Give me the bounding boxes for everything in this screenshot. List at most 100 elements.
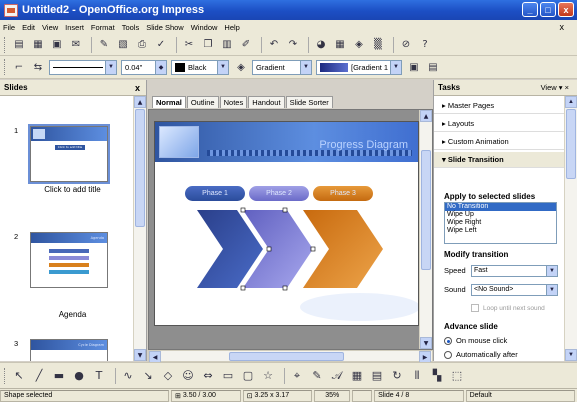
scroll-up-icon[interactable]: ▲	[565, 96, 577, 108]
arrow-style-icon[interactable]: ⇆	[30, 59, 46, 75]
close-document-button[interactable]: x	[560, 22, 565, 32]
transition-list[interactable]: No Transition Wipe Up Wipe Right Wipe Le…	[444, 202, 557, 244]
select-pointer-icon[interactable]: ↖	[11, 368, 27, 384]
tab-slide-sorter[interactable]: Slide Sorter	[285, 96, 333, 108]
edit-vscrollbar[interactable]: ▲ ▼	[419, 110, 432, 349]
slide-thumbnail-2[interactable]: Agenda	[30, 232, 108, 288]
connector-tool-icon[interactable]: ↘	[140, 368, 156, 384]
status-zoom[interactable]: 35%	[314, 389, 351, 402]
scroll-down-icon[interactable]: ▼	[134, 349, 146, 361]
line-color-dropdown[interactable]: Black ▼	[171, 59, 229, 75]
close-panel-icon[interactable]: x	[135, 83, 140, 93]
format-paintbrush-icon[interactable]: ✐	[238, 37, 254, 53]
text-tool-icon[interactable]: T	[91, 368, 107, 384]
gallery-icon[interactable]: ▒	[370, 37, 386, 53]
copy-icon[interactable]: ❐	[200, 37, 216, 53]
paste-icon[interactable]: ▥	[219, 37, 235, 53]
table-icon[interactable]: ▦	[332, 37, 348, 53]
menu-window[interactable]: Window	[191, 23, 218, 32]
rotate-icon[interactable]: ↻	[389, 368, 405, 384]
slides-scrollbar[interactable]: ▲ ▼	[133, 96, 146, 361]
curve-tool-icon[interactable]: ∿	[120, 368, 136, 384]
area-style-dropdown[interactable]: Gradient ▼	[252, 59, 312, 75]
menu-slide-show[interactable]: Slide Show	[146, 23, 184, 32]
help-icon[interactable]: ?	[417, 37, 433, 53]
toolbar-grip[interactable]	[4, 59, 7, 75]
menu-format[interactable]: Format	[91, 23, 115, 32]
section-master-pages[interactable]: ▸ Master Pages	[434, 98, 565, 114]
more-controls-icon[interactable]: ▤	[425, 59, 441, 75]
symbol-shapes-icon[interactable]: ☺	[180, 368, 196, 384]
extrusion-icon[interactable]: ⬚	[449, 368, 465, 384]
tab-outline[interactable]: Outline	[186, 96, 219, 108]
export-pdf-icon[interactable]: ▧	[115, 37, 131, 53]
menu-tools[interactable]: Tools	[122, 23, 140, 32]
email-icon[interactable]: ✉	[68, 37, 84, 53]
slide-thumbnail-1[interactable]: Click to add title	[28, 124, 110, 184]
arrange-icon[interactable]: ▚	[429, 368, 445, 384]
transition-item[interactable]: Wipe Up	[445, 211, 556, 219]
zoom-icon[interactable]: ⊘	[398, 37, 414, 53]
minimize-button[interactable]: _	[522, 2, 538, 17]
rectangle-tool-icon[interactable]: ▬	[51, 368, 67, 384]
section-slide-transition[interactable]: ▾ Slide Transition	[434, 152, 565, 168]
close-window-button[interactable]: x	[558, 2, 574, 17]
points-icon[interactable]: ⌖	[289, 368, 305, 384]
basic-shapes-icon[interactable]: ◇	[160, 368, 176, 384]
gradient-dropdown[interactable]: [Gradient 1 ▼	[316, 59, 402, 75]
scroll-thumb[interactable]	[421, 150, 431, 270]
from-file-icon[interactable]: ▦	[349, 368, 365, 384]
open-folder-icon[interactable]: ▦	[30, 37, 46, 53]
menu-file[interactable]: File	[3, 23, 15, 32]
tab-notes[interactable]: Notes	[219, 96, 248, 108]
ellipse-tool-icon[interactable]: ●	[71, 368, 87, 384]
toolbar-grip[interactable]	[4, 36, 7, 53]
shadow-icon[interactable]: ▣	[406, 59, 422, 75]
transition-item[interactable]: Wipe Right	[445, 219, 556, 227]
menu-insert[interactable]: Insert	[65, 23, 84, 32]
line-style-dropdown[interactable]: ▼	[49, 59, 117, 75]
toolbar-grip[interactable]	[4, 367, 7, 384]
cut-icon[interactable]: ✂	[181, 37, 197, 53]
print-icon[interactable]: ⎙	[134, 37, 150, 53]
tab-normal[interactable]: Normal	[152, 96, 186, 108]
sound-dropdown[interactable]: <No Sound> ▼	[471, 284, 558, 296]
area-fill-icon[interactable]: ◈	[233, 59, 249, 75]
line-tool-icon[interactable]: ╱	[31, 368, 47, 384]
automatically-after-radio[interactable]: Automatically after	[444, 350, 518, 359]
on-mouse-click-radio[interactable]: On mouse click	[444, 336, 507, 345]
scroll-thumb[interactable]	[566, 109, 576, 179]
line-width-field[interactable]: 0.04" ◆	[121, 59, 167, 75]
loop-checkbox[interactable]: Loop until next sound	[471, 304, 545, 312]
gallery-icon[interactable]: ▤	[369, 368, 385, 384]
scroll-thumb[interactable]	[229, 352, 344, 361]
spellcheck-icon[interactable]: ✓	[153, 37, 169, 53]
align-icon[interactable]: ⫴	[409, 368, 425, 384]
callouts-icon[interactable]: ▢	[240, 368, 256, 384]
chart-icon[interactable]: ◕	[313, 37, 329, 53]
block-arrows-icon[interactable]: ⇔	[200, 368, 216, 384]
scroll-up-icon[interactable]: ▲	[134, 96, 146, 108]
line-style-icon[interactable]: ⌐	[11, 59, 27, 75]
section-layouts[interactable]: ▸ Layouts	[434, 116, 565, 132]
menu-view[interactable]: View	[42, 23, 58, 32]
menu-edit[interactable]: Edit	[22, 23, 35, 32]
navigator-icon[interactable]: ◈	[351, 37, 367, 53]
flowchart-icon[interactable]: ▭	[220, 368, 236, 384]
maximize-button[interactable]: □	[540, 2, 556, 17]
undo-icon[interactable]: ↶	[266, 37, 282, 53]
scroll-thumb[interactable]	[135, 109, 145, 227]
tasks-view-menu[interactable]: View ▾ ×	[541, 83, 569, 92]
scroll-down-icon[interactable]: ▼	[565, 349, 577, 361]
fontwork-icon[interactable]: 𝒜	[329, 368, 345, 384]
glue-points-icon[interactable]: ✎	[309, 368, 325, 384]
save-icon[interactable]: ▣	[49, 37, 65, 53]
stars-icon[interactable]: ☆	[260, 368, 276, 384]
edit-file-icon[interactable]: ✎	[96, 37, 112, 53]
scroll-down-icon[interactable]: ▼	[420, 337, 432, 349]
slide-thumbnail-3[interactable]: Cycle Diagram	[30, 339, 108, 361]
transition-item[interactable]: Wipe Left	[445, 227, 556, 235]
new-document-icon[interactable]: ▤	[11, 37, 27, 53]
speed-dropdown[interactable]: Fast ▼	[471, 265, 558, 277]
tasks-scrollbar[interactable]: ▲ ▼	[564, 96, 577, 361]
